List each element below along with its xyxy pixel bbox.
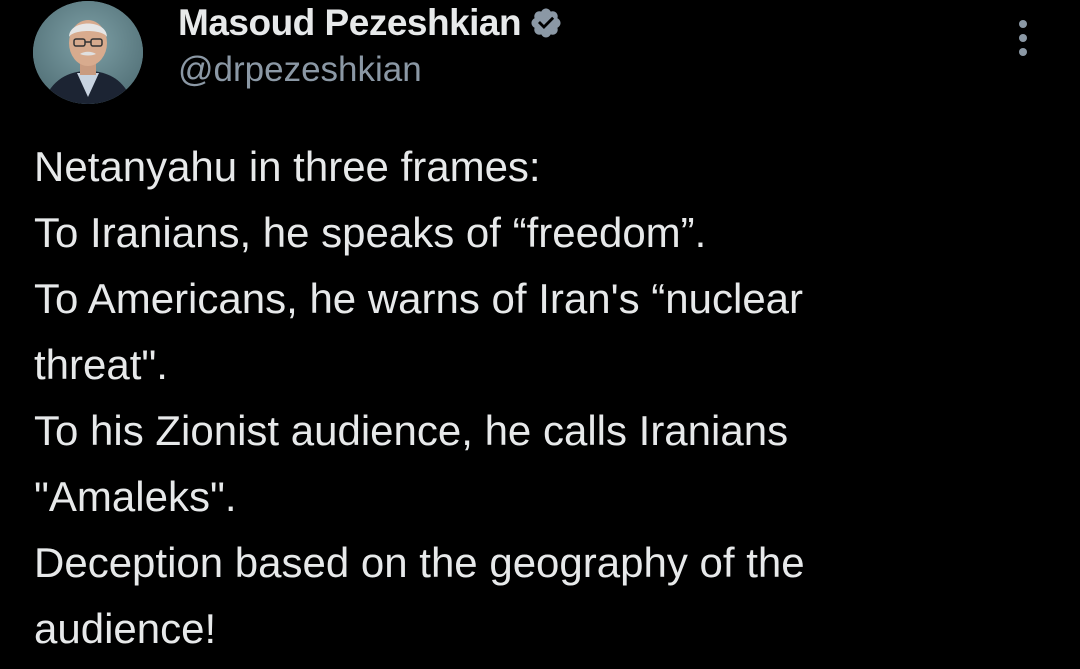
tweet-line: Deception based on the geography of the	[34, 539, 805, 586]
author-name-row: Masoud Pezeshkian	[178, 0, 563, 46]
more-vertical-icon	[1019, 20, 1027, 28]
more-vertical-icon-dot	[1019, 34, 1027, 42]
tweet-line: To Americans, he warns of Iran's “nuclea…	[34, 275, 804, 322]
author-avatar[interactable]	[33, 1, 143, 104]
author-display-name[interactable]: Masoud Pezeshkian	[178, 2, 522, 44]
tweet-line: "Amaleks".	[34, 473, 237, 520]
tweet-line: threat".	[34, 341, 168, 388]
avatar-photo-icon	[33, 1, 143, 104]
tweet: Masoud Pezeshkian @drpezeshkian Netanyah…	[0, 0, 1080, 669]
more-options-button[interactable]	[1005, 16, 1041, 60]
author-handle[interactable]: @drpezeshkian	[178, 50, 422, 90]
tweet-line: audience!	[34, 605, 217, 652]
tweet-line: To his Zionist audience, he calls Irania…	[34, 407, 789, 454]
tweet-line: To Iranians, he speaks of “freedom”.	[34, 209, 707, 256]
tweet-text: Netanyahu in three frames: To Iranians, …	[34, 134, 1064, 662]
tweet-line: Netanyahu in three frames:	[34, 143, 541, 190]
more-vertical-icon-dot	[1019, 48, 1027, 56]
verified-badge-icon[interactable]	[529, 6, 563, 40]
